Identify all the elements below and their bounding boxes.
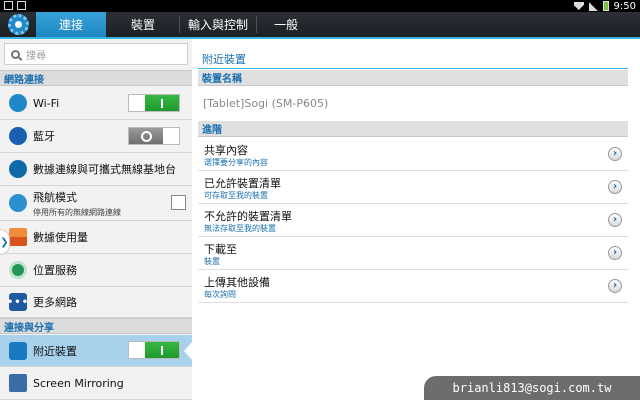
airplane-label: 飛航模式 (33, 190, 77, 204)
airplane-icon (9, 194, 27, 212)
bluetooth-status-icon (563, 2, 569, 11)
tab-general[interactable]: 一般 (257, 12, 315, 37)
sidebar-item-wifi[interactable]: Wi-Fi (0, 87, 192, 120)
signal-icon (588, 1, 598, 11)
bluetooth-toggle[interactable] (128, 127, 180, 145)
sidebar-item-location[interactable]: 位置服務 (0, 254, 192, 287)
sidebar-item-airplane-mode[interactable]: 飛航模式 停用所有的無線網路連線 (0, 186, 192, 221)
search-placeholder: 搜尋 (26, 50, 46, 62)
status-left-icons (4, 1, 26, 10)
row-subtitle: 選擇要分享的內容 (204, 158, 268, 167)
list-item-download-to[interactable]: 下載至 裝置 › (198, 237, 628, 270)
wifi-toggle[interactable] (128, 94, 180, 112)
row-title: 不允許的裝置清單 (204, 210, 292, 223)
location-label: 位置服務 (33, 264, 77, 277)
status-right-icons: 9:50 (563, 0, 636, 12)
wifi-status-icon (573, 2, 584, 10)
settings-tab-bar: 連接 裝置 輸入與控制 一般 (0, 12, 640, 39)
screen-mirroring-icon (9, 374, 27, 392)
row-subtitle: 無法存取至我的裝置 (204, 224, 276, 233)
gear-icon (7, 14, 29, 35)
title-divider (198, 68, 628, 69)
airplane-text: 飛航模式 停用所有的無線網路連線 (33, 189, 192, 218)
chevron-right-icon: › (608, 279, 622, 293)
search-icon (11, 49, 20, 59)
status-bar: 9:50 (0, 0, 640, 12)
page-title: 附近裝置 (202, 53, 246, 66)
section-header-share: 連接與分享 (0, 318, 192, 334)
row-subtitle: 裝置 (204, 257, 220, 266)
watermark: brianli813@sogi.com.tw (424, 376, 640, 400)
nearby-devices-toggle[interactable] (128, 341, 180, 359)
data-usage-icon (9, 228, 27, 246)
row-title: 下載至 (204, 243, 237, 256)
status-time: 9:50 (613, 0, 636, 12)
sidebar-item-data-usage[interactable]: 數據使用量 (0, 221, 192, 254)
list-item-allowed-devices[interactable]: 已允許裝置清單 可存取至我的裝置 › (198, 171, 628, 204)
airplane-sublabel: 停用所有的無線網路連線 (33, 207, 121, 217)
row-subtitle: 每次詢問 (204, 290, 236, 299)
wifi-icon (9, 94, 27, 112)
tethering-label: 數據連線與可攜式無線基地台 (33, 163, 176, 176)
chevron-right-icon: › (608, 246, 622, 260)
chevron-right-icon: › (608, 213, 622, 227)
row-title: 上傳其他設備 (204, 276, 270, 289)
chevron-right-icon: › (608, 180, 622, 194)
row-subtitle: 可存取至我的裝置 (204, 191, 268, 200)
upload-notification-icon (17, 1, 26, 10)
chevron-right-icon: › (608, 147, 622, 161)
row-title: 已允許裝置清單 (204, 177, 281, 190)
tab-connections[interactable]: 連接 (36, 12, 106, 37)
more-networks-icon: ••• (7, 293, 28, 311)
row-title: 共享內容 (204, 144, 248, 157)
tab-device[interactable]: 裝置 (107, 12, 179, 37)
toggle-knob (129, 128, 163, 144)
sidebar-item-tethering[interactable]: 數據連線與可攜式無線基地台 (0, 153, 192, 186)
device-name-header: 裝置名稱 (198, 70, 628, 86)
selection-pointer (184, 342, 192, 360)
toggle-knob (145, 342, 179, 358)
section-header-network: 網路連接 (0, 70, 192, 86)
device-name-value[interactable]: [Tablet]Sogi (SM-P605) (203, 97, 328, 110)
sidebar-item-more-networks[interactable]: ••• 更多網路 (0, 287, 192, 318)
location-icon (9, 261, 27, 279)
search-input[interactable]: 搜尋 (4, 43, 188, 65)
screen-mirroring-label: Screen Mirroring (33, 376, 124, 390)
advanced-header: 進階 (198, 121, 628, 137)
toggle-knob (145, 95, 179, 111)
gallery-notification-icon (4, 1, 13, 10)
list-item-upload-other-devices[interactable]: 上傳其他設備 每次詢問 › (198, 270, 628, 303)
bluetooth-icon (9, 127, 27, 145)
sidebar-item-screen-mirroring[interactable]: Screen Mirroring (0, 367, 192, 400)
list-item-blocked-devices[interactable]: 不允許的裝置清單 無法存取至我的裝置 › (198, 204, 628, 237)
tab-controls[interactable]: 輸入與控制 (180, 12, 256, 37)
airplane-checkbox[interactable] (171, 195, 186, 210)
settings-list-panel: 搜尋 網路連接 Wi-Fi 藍牙 數據連線與可攜式無線基地台 飛航模式 停用所有… (0, 39, 192, 400)
nearby-devices-icon (9, 341, 27, 360)
nearby-devices-detail: 附近裝置 裝置名稱 [Tablet]Sogi (SM-P605) 進階 共享內容… (192, 39, 640, 400)
battery-icon (602, 1, 609, 11)
settings-app-icon-box (0, 12, 36, 37)
more-networks-label: 更多網路 (33, 296, 77, 309)
sidebar-item-nearby-devices[interactable]: 附近裝置 (0, 335, 192, 367)
tethering-icon (9, 160, 27, 178)
list-item-shared-contents[interactable]: 共享內容 選擇要分享的內容 › (198, 138, 628, 171)
data-usage-label: 數據使用量 (33, 231, 88, 244)
sidebar-item-bluetooth[interactable]: 藍牙 (0, 120, 192, 153)
